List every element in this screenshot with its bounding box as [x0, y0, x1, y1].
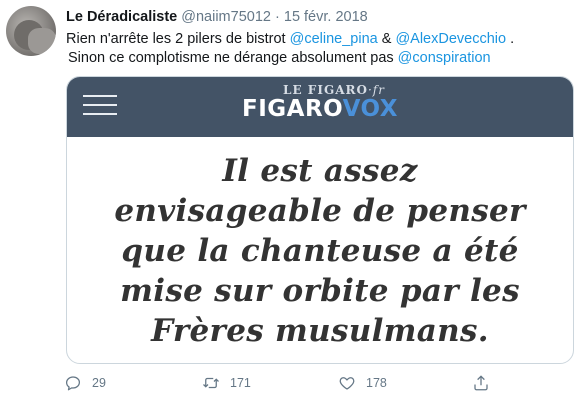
le-figaro-logo-text: LE FIGARO·fr — [67, 83, 573, 97]
share-icon — [474, 375, 488, 391]
quote-line: Frères musulmans. — [151, 312, 489, 349]
quote-text: Il est assez envisageable de penser que … — [114, 151, 525, 351]
retweet-button[interactable]: 171 — [202, 372, 251, 394]
media-card[interactable]: LE FIGARO·fr FIGAROVOX Il est assez envi… — [66, 76, 574, 364]
like-count: 178 — [366, 376, 387, 390]
mention-link-alexdevecchio[interactable]: @AlexDevecchio — [395, 31, 506, 47]
author-avatar[interactable] — [6, 6, 56, 56]
reply-button[interactable]: 29 — [64, 372, 106, 394]
quote-line: que la chanteuse a été — [121, 232, 519, 269]
quote-line: envisageable de penser — [114, 192, 526, 229]
mention-link-conspiration[interactable]: @conspiration — [398, 50, 491, 66]
author-handle[interactable]: @naiim75012 — [181, 9, 271, 25]
author-name[interactable]: Le Déradicaliste — [66, 9, 177, 25]
tweet-text-segment: . — [506, 31, 515, 47]
logo-figaro: FIGARO — [242, 96, 343, 122]
quote-line: Il est assez — [222, 152, 418, 189]
logo-vox: VOX — [342, 96, 398, 122]
tweet-text-segment: Rien n'arrête les 2 pilers de bistrot — [66, 31, 290, 47]
avatar-shape — [28, 28, 56, 54]
header-separator: · — [275, 9, 280, 25]
tweet-actions: 29 171 178 — [64, 372, 504, 394]
tweet-text-line2: Sinon ce complotisme ne dérange absolume… — [68, 50, 491, 66]
logo-small-main: LE FIGARO — [283, 83, 368, 97]
tweet-date[interactable]: 15 févr. 2018 — [284, 9, 368, 25]
mention-link-celine-pina[interactable]: @celine_pina — [290, 31, 378, 47]
heart-icon — [339, 377, 355, 390]
tweet-text-line1: Rien n'arrête les 2 pilers de bistrot @c… — [66, 31, 514, 47]
quote-line: mise sur orbite par les — [120, 272, 520, 309]
reply-count: 29 — [92, 376, 106, 390]
like-button[interactable]: 178 — [338, 372, 387, 394]
reply-icon — [65, 376, 81, 391]
logo-small-suffix: ·fr — [367, 83, 385, 97]
tweet-text-segment: & — [377, 31, 396, 47]
tweet-text-segment: Sinon ce complotisme ne dérange absolume… — [68, 50, 398, 66]
figarovox-header: LE FIGARO·fr FIGAROVOX — [67, 77, 573, 137]
figarovox-logo: FIGAROVOX — [67, 96, 573, 122]
retweet-icon — [203, 377, 219, 389]
retweet-count: 171 — [230, 376, 251, 390]
tweet-header: Le Déradicaliste @naiim75012 · 15 févr. … — [66, 9, 368, 25]
share-button[interactable] — [472, 372, 490, 394]
quote-area: Il est assez envisageable de penser que … — [67, 137, 573, 363]
